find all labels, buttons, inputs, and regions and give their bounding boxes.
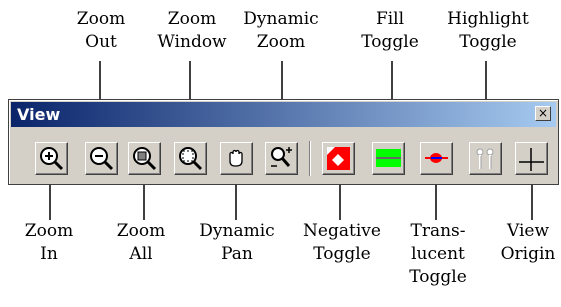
negative-toggle-icon bbox=[327, 147, 350, 170]
toolbar-titlebar[interactable]: View × bbox=[11, 102, 556, 127]
dynamic-pan-button[interactable] bbox=[220, 142, 253, 175]
label-dynamic-pan: Dynamic Pan bbox=[199, 221, 275, 264]
translucent-toggle-icon bbox=[425, 153, 448, 163]
label-negative-toggle: Negative Toggle bbox=[303, 221, 381, 264]
highlight-toggle-button[interactable] bbox=[469, 142, 502, 175]
close-button[interactable]: × bbox=[535, 106, 551, 121]
view-toolbar: View × bbox=[8, 99, 559, 185]
zoom-out-icon bbox=[90, 147, 114, 171]
zoom-all-button[interactable] bbox=[128, 142, 161, 175]
dynamic-zoom-button[interactable] bbox=[265, 142, 298, 175]
hand-pan-icon bbox=[229, 149, 243, 167]
translucent-toggle-button[interactable] bbox=[420, 142, 453, 175]
toolbar-separator bbox=[309, 141, 311, 176]
label-view-origin: View Origin bbox=[500, 221, 556, 264]
zoom-in-icon bbox=[40, 147, 64, 171]
zoom-in-button[interactable] bbox=[35, 142, 68, 175]
zoom-window-button[interactable] bbox=[174, 142, 207, 175]
zoom-window-icon bbox=[179, 147, 203, 171]
fill-toggle-button[interactable] bbox=[372, 142, 405, 175]
label-zoom-in: Zoom In bbox=[24, 221, 74, 264]
zoom-out-button[interactable] bbox=[85, 142, 118, 175]
view-origin-button[interactable] bbox=[515, 142, 548, 175]
label-zoom-all: Zoom All bbox=[116, 221, 166, 264]
highlight-toggle-icon bbox=[476, 148, 494, 169]
view-origin-icon bbox=[519, 148, 544, 171]
dynamic-zoom-icon bbox=[271, 147, 292, 167]
negative-toggle-button[interactable] bbox=[322, 142, 355, 175]
toolbar-title: View bbox=[17, 105, 61, 124]
fill-toggle-icon bbox=[376, 149, 401, 167]
zoom-all-icon bbox=[133, 147, 157, 171]
label-translucent-toggle: Trans-lucent Toggle bbox=[409, 221, 467, 287]
